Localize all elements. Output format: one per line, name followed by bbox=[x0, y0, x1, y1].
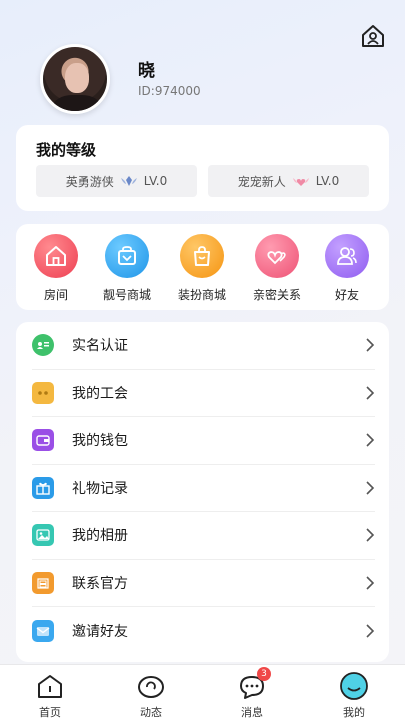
menu-invite-friends[interactable]: 邀请好友 bbox=[32, 607, 375, 655]
tab-label: 我的 bbox=[343, 706, 365, 719]
id-card-icon bbox=[32, 334, 54, 357]
quick-dress-shop-label: 装扮商城 bbox=[177, 288, 226, 302]
quick-room[interactable]: 房间 bbox=[26, 234, 86, 303]
house-icon bbox=[46, 246, 66, 266]
heart-wing-icon bbox=[292, 178, 309, 186]
tab-label: 首页 bbox=[39, 706, 61, 719]
menu-label: 实名认证 bbox=[72, 338, 128, 355]
quick-dress-shop[interactable]: 装扮商城 bbox=[172, 234, 232, 303]
menu-label: 联系官方 bbox=[72, 575, 128, 592]
home-tab-icon bbox=[38, 675, 62, 698]
moments-tab-icon bbox=[138, 676, 164, 698]
level-title: 我的等级 bbox=[36, 141, 97, 159]
nickname: 晓 bbox=[138, 61, 156, 81]
menu-label: 我的相册 bbox=[72, 528, 128, 545]
menu-album[interactable]: 我的相册 bbox=[32, 512, 375, 560]
invite-icon bbox=[32, 619, 54, 642]
quick-friends[interactable]: 好友 bbox=[317, 234, 377, 303]
house-user-icon bbox=[362, 25, 384, 47]
chevron-right-icon bbox=[366, 528, 375, 542]
tab-moments[interactable]: 动态 bbox=[121, 671, 181, 720]
friends-icon bbox=[337, 247, 357, 265]
shop-bag-icon bbox=[118, 246, 136, 265]
menu-label: 礼物记录 bbox=[72, 480, 128, 497]
level-badge-hero[interactable]: 英勇游侠 LV.0 bbox=[36, 165, 197, 197]
shopping-bag-icon bbox=[194, 246, 210, 266]
tab-me[interactable]: 我的 bbox=[324, 671, 384, 720]
badge-level: LV.0 bbox=[315, 174, 340, 188]
menu-wallet[interactable]: 我的钱包 bbox=[32, 417, 375, 465]
avatar[interactable] bbox=[40, 44, 110, 114]
profile-header[interactable]: 晓 ID:974000 bbox=[40, 44, 201, 114]
bottom-tab-bar: 首页 动态 3 消息 我的 bbox=[0, 664, 405, 720]
chevron-right-icon bbox=[366, 576, 375, 590]
level-card: 我的等级 英勇游侠 LV.0 宠宠新人 LV.0 bbox=[16, 125, 389, 211]
menu-label: 我的工会 bbox=[72, 385, 128, 402]
tab-label: 消息 bbox=[241, 706, 263, 719]
tab-home[interactable]: 首页 bbox=[20, 671, 80, 720]
menu-label: 我的钱包 bbox=[72, 433, 128, 450]
menu-real-name[interactable]: 实名认证 bbox=[32, 322, 375, 370]
chevron-right-icon bbox=[366, 338, 375, 352]
user-id: ID:974000 bbox=[138, 84, 201, 98]
wallet-icon bbox=[32, 429, 54, 452]
menu-card: 实名认证 我的工会 我的钱包 礼物记录 我的相册 联系官方 邀请好友 bbox=[16, 322, 389, 662]
chevron-right-icon bbox=[366, 624, 375, 638]
quick-friends-label: 好友 bbox=[334, 288, 359, 302]
badge-label: 英勇游侠 bbox=[65, 174, 114, 189]
chevron-right-icon bbox=[366, 386, 375, 400]
badge-label: 宠宠新人 bbox=[237, 174, 286, 189]
me-tab-icon bbox=[340, 672, 368, 700]
wing-emblem-icon bbox=[120, 176, 137, 186]
level-badge-pet[interactable]: 宠宠新人 LV.0 bbox=[208, 165, 369, 197]
tab-messages[interactable]: 3 消息 bbox=[222, 667, 282, 720]
menu-contact-official[interactable]: 联系官方 bbox=[32, 560, 375, 607]
quick-actions-card: 房间 靓号商城 装扮商城 亲密关系 好友 bbox=[16, 224, 389, 310]
unread-badge: 3 bbox=[257, 667, 271, 681]
chevron-right-icon bbox=[366, 481, 375, 495]
tab-label: 动态 bbox=[140, 706, 162, 719]
quick-intimacy-label: 亲密关系 bbox=[252, 288, 301, 302]
official-icon bbox=[32, 571, 54, 594]
quick-room-label: 房间 bbox=[43, 288, 68, 302]
house-settings-button[interactable] bbox=[359, 22, 387, 50]
quick-intimacy[interactable]: 亲密关系 bbox=[247, 234, 307, 303]
album-icon bbox=[32, 524, 54, 547]
badge-level: LV.0 bbox=[143, 174, 168, 188]
quick-number-shop-label: 靓号商城 bbox=[102, 288, 151, 302]
menu-gift-record[interactable]: 礼物记录 bbox=[32, 465, 375, 512]
chevron-right-icon bbox=[366, 433, 375, 447]
menu-label: 邀请好友 bbox=[72, 623, 128, 640]
menu-guild[interactable]: 我的工会 bbox=[32, 370, 375, 417]
guild-icon bbox=[32, 381, 54, 404]
hearts-icon bbox=[267, 251, 286, 265]
gift-icon bbox=[32, 476, 54, 499]
quick-number-shop[interactable]: 靓号商城 bbox=[97, 234, 157, 303]
